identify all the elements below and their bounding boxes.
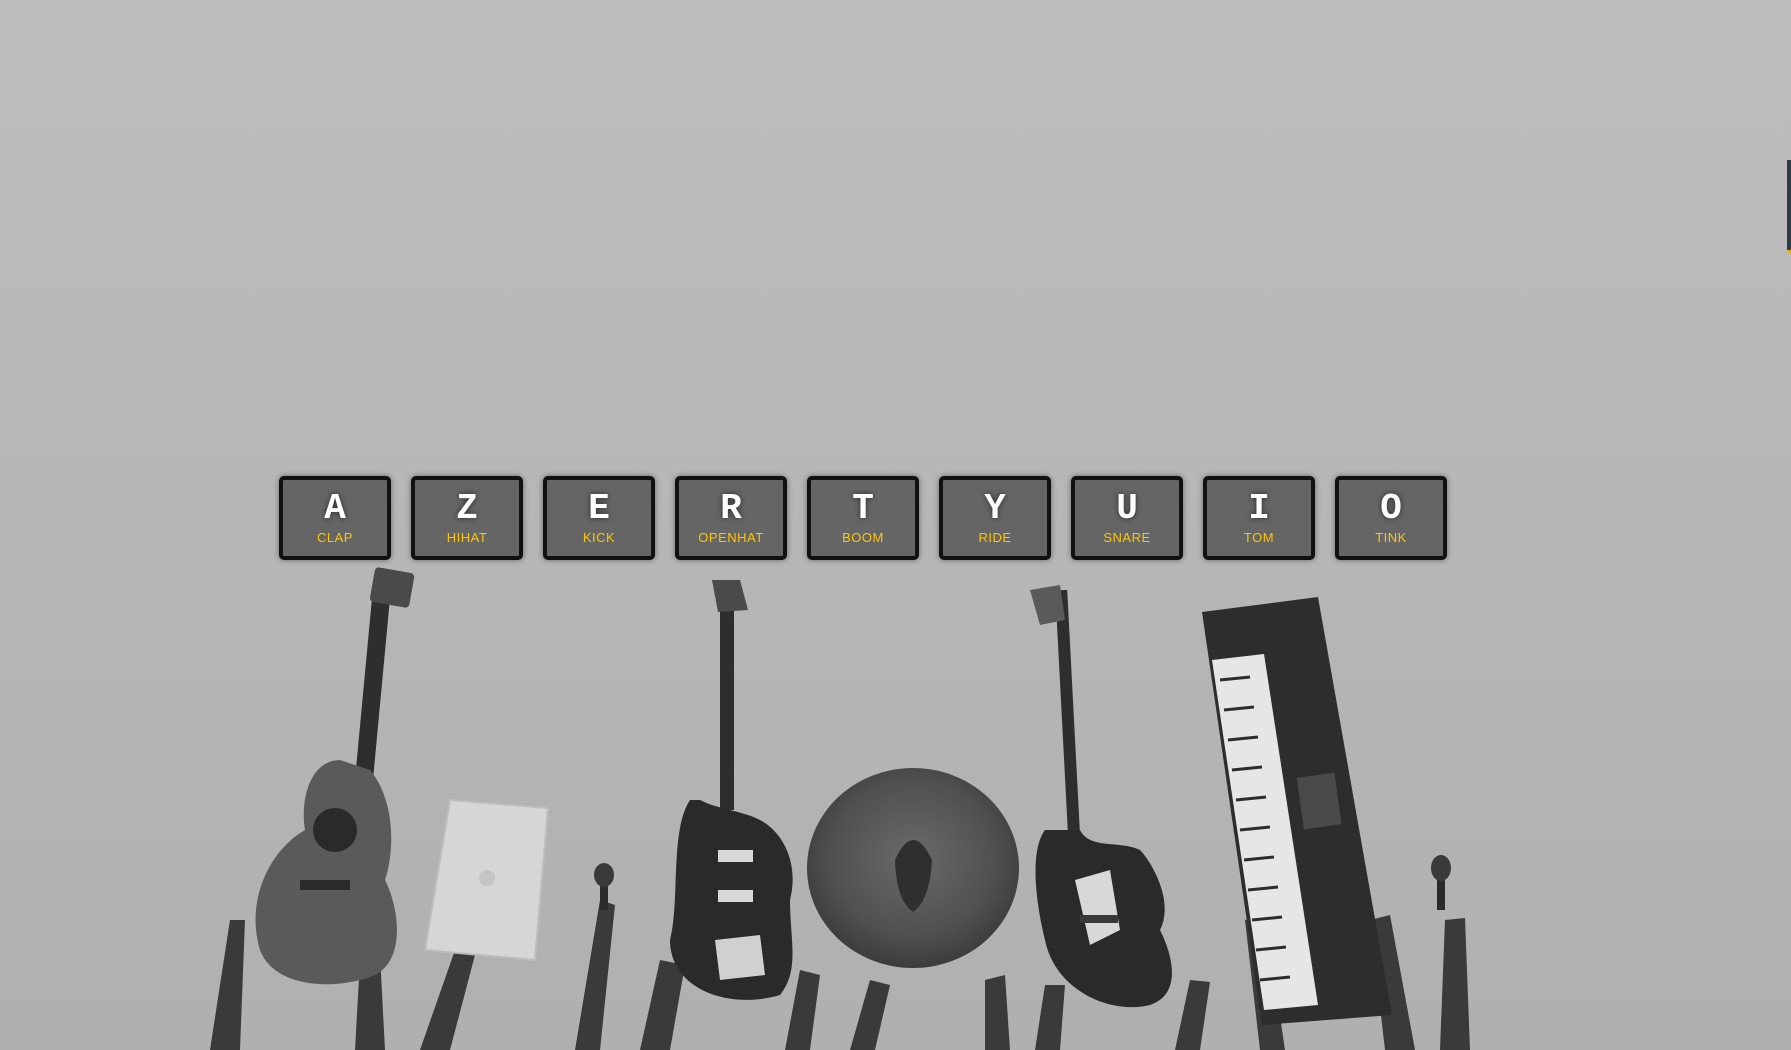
key-letter: I	[1248, 488, 1270, 529]
key-letter: U	[1116, 488, 1138, 529]
side-tab	[1787, 160, 1791, 253]
key-letter: Y	[984, 488, 1006, 529]
key-t[interactable]: T BOOM	[807, 476, 919, 560]
key-z[interactable]: Z HIHAT	[411, 476, 523, 560]
key-u[interactable]: U SNARE	[1071, 476, 1183, 560]
key-sound-label: TINK	[1375, 530, 1407, 545]
key-sound-label: KICK	[582, 530, 616, 545]
key-sound-label: OPENHAT	[698, 530, 764, 545]
key-o[interactable]: O TINK	[1335, 476, 1447, 560]
key-sound-label: SNARE	[1103, 530, 1151, 545]
key-sound-label: TOM	[1243, 530, 1275, 545]
key-letter: A	[324, 488, 346, 529]
key-sound-label: BOOM	[842, 530, 884, 545]
key-sound-label: CLAP	[317, 530, 353, 545]
key-sound-label: RIDE	[978, 530, 1012, 545]
key-letter: E	[588, 488, 610, 529]
key-e[interactable]: E KICK	[543, 476, 655, 560]
key-r[interactable]: R OPENHAT	[675, 476, 787, 560]
key-sound-label: HIHAT	[446, 530, 488, 545]
key-i[interactable]: I TOM	[1203, 476, 1315, 560]
key-letter: R	[720, 488, 742, 529]
key-y[interactable]: Y RIDE	[939, 476, 1051, 560]
key-a[interactable]: A CLAP	[279, 476, 391, 560]
key-letter: Z	[456, 488, 478, 529]
key-letter: O	[1380, 488, 1402, 529]
cymbal-icon	[807, 768, 1019, 968]
key-letter: T	[852, 488, 874, 529]
drum-keys: A CLAP Z HIHAT E KICK R OPENHAT T BOOM Y…	[279, 476, 1447, 560]
